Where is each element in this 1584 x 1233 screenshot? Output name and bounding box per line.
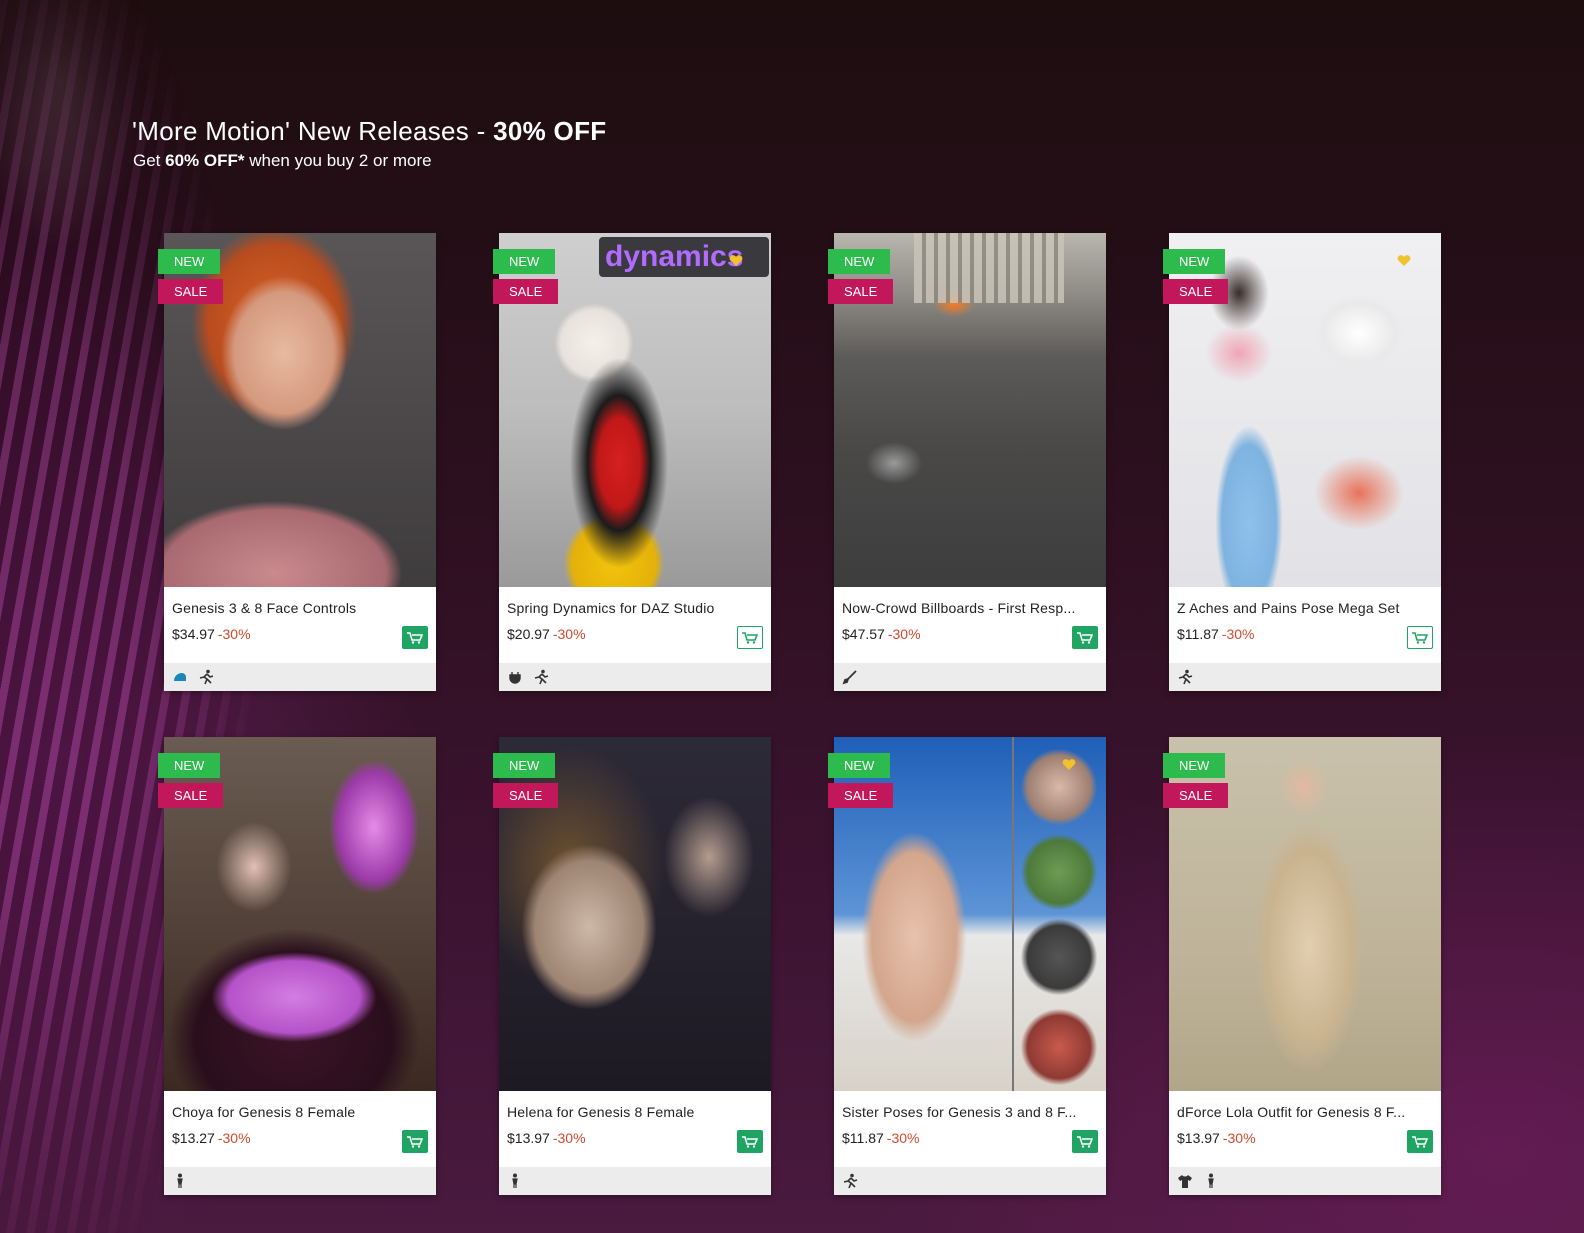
pose-icon xyxy=(534,669,549,685)
new-badge: NEW xyxy=(828,249,891,274)
product-footer xyxy=(499,1167,771,1195)
new-badge: NEW xyxy=(493,249,556,274)
product-card[interactable]: NEW SALE Z Aches and Pains Pose Mega Set… xyxy=(1163,233,1441,691)
wishlist-heart-icon[interactable] xyxy=(729,255,743,267)
product-price: $11.87 -30% xyxy=(1177,626,1255,642)
cart-icon xyxy=(742,1135,758,1148)
product-title[interactable]: Sister Poses for Genesis 3 and 8 F... xyxy=(842,1104,1098,1120)
cart-icon xyxy=(1077,631,1093,644)
add-to-cart-button[interactable] xyxy=(1407,1130,1433,1153)
add-to-cart-button[interactable] xyxy=(1407,626,1433,649)
product-price: $34.97 -30% xyxy=(172,626,251,642)
new-badge: NEW xyxy=(1163,753,1226,778)
product-footer xyxy=(499,663,771,691)
product-title[interactable]: Z Aches and Pains Pose Mega Set xyxy=(1177,600,1433,616)
cart-icon xyxy=(742,631,758,644)
product-footer xyxy=(1169,663,1441,691)
pose-icon xyxy=(843,1173,858,1189)
promo-subtitle: Get 60% OFF* when you buy 2 or more xyxy=(133,151,432,170)
product-footer xyxy=(834,663,1106,691)
plugin-icon xyxy=(509,672,521,684)
product-price: $13.97 -30% xyxy=(1177,1130,1256,1146)
product-card[interactable]: NEW SALE Sister Poses for Genesis 3 and … xyxy=(828,737,1106,1195)
sale-badge: SALE xyxy=(828,783,894,808)
add-to-cart-button[interactable] xyxy=(737,1130,763,1153)
product-title[interactable]: Spring Dynamics for DAZ Studio xyxy=(507,600,763,616)
promo-title: 'More Motion' New Releases - 30% OFF xyxy=(132,116,607,146)
new-badge: NEW xyxy=(158,753,221,778)
sale-badge: SALE xyxy=(493,279,559,304)
brush-icon xyxy=(842,670,857,685)
cart-icon xyxy=(1412,1135,1428,1148)
cart-icon xyxy=(407,1135,423,1148)
clothing-icon xyxy=(1178,1175,1192,1188)
cart-icon xyxy=(1412,631,1428,644)
sale-badge: SALE xyxy=(493,783,559,808)
product-footer xyxy=(834,1167,1106,1195)
cart-icon xyxy=(407,631,423,644)
figure-icon xyxy=(1208,1173,1214,1188)
product-card[interactable]: NEW SALE Helena for Genesis 8 Female $13… xyxy=(493,737,771,1195)
product-title[interactable]: Helena for Genesis 8 Female xyxy=(507,1104,763,1120)
pose-icon xyxy=(199,669,214,685)
new-badge: NEW xyxy=(1163,249,1226,274)
product-logo: dynamics xyxy=(599,237,769,277)
product-card[interactable]: NEW SALE dForce Lola Outfit for Genesis … xyxy=(1163,737,1441,1195)
sale-badge: SALE xyxy=(158,279,224,304)
figure-icon xyxy=(177,1173,183,1188)
product-footer xyxy=(164,1167,436,1195)
cart-icon xyxy=(1077,1135,1093,1148)
product-footer xyxy=(1169,1167,1441,1195)
add-to-cart-button[interactable] xyxy=(402,626,428,649)
sale-badge: SALE xyxy=(828,279,894,304)
building-shape xyxy=(914,233,1064,303)
wishlist-heart-icon[interactable] xyxy=(1397,255,1411,267)
new-badge: NEW xyxy=(493,753,556,778)
new-badge: NEW xyxy=(828,753,891,778)
product-price: $11.87 -30% xyxy=(842,1130,920,1146)
product-price: $13.97 -30% xyxy=(507,1130,586,1146)
new-badge: NEW xyxy=(158,249,221,274)
sale-badge: SALE xyxy=(1163,279,1229,304)
product-card[interactable]: NEW SALE Choya for Genesis 8 Female $13.… xyxy=(158,737,436,1195)
product-title[interactable]: Genesis 3 & 8 Face Controls xyxy=(172,600,428,616)
add-to-cart-button[interactable] xyxy=(402,1130,428,1153)
sale-badge: SALE xyxy=(158,783,224,808)
product-title[interactable]: Choya for Genesis 8 Female xyxy=(172,1104,428,1120)
add-to-cart-button[interactable] xyxy=(1072,1130,1098,1153)
wishlist-heart-icon[interactable] xyxy=(1062,759,1076,771)
product-card[interactable]: dynamics NEW SALE Spring Dynamics for DA… xyxy=(493,233,771,691)
figure-icon xyxy=(512,1173,518,1188)
product-price: $13.27 -30% xyxy=(172,1130,251,1146)
product-price: $20.97 -30% xyxy=(507,626,586,642)
sale-badge: SALE xyxy=(1163,783,1229,808)
product-card[interactable]: NEW SALE Now-Crowd Billboards - First Re… xyxy=(828,233,1106,691)
product-title[interactable]: Now-Crowd Billboards - First Resp... xyxy=(842,600,1098,616)
product-title[interactable]: dForce Lola Outfit for Genesis 8 F... xyxy=(1177,1104,1433,1120)
product-footer xyxy=(164,663,436,691)
add-to-cart-button[interactable] xyxy=(1072,626,1098,649)
morph-icon xyxy=(174,673,186,681)
promo-header: 'More Motion' New Releases - 30% OFF Get… xyxy=(132,116,606,171)
add-to-cart-button[interactable] xyxy=(737,626,763,649)
product-card[interactable]: NEW SALE Genesis 3 & 8 Face Controls $34… xyxy=(158,233,436,691)
pose-icon xyxy=(1178,669,1193,685)
product-price: $47.57 -30% xyxy=(842,626,921,642)
